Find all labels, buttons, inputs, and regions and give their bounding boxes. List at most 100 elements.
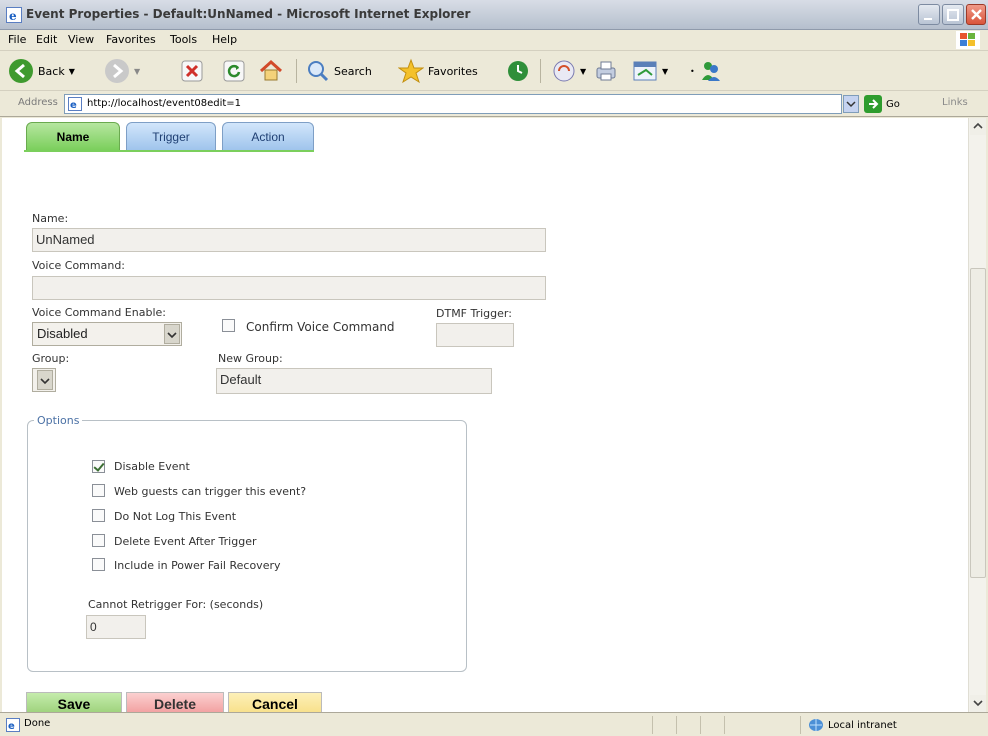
edit-button[interactable]: ▼ [632,57,668,85]
retrigger-label: Cannot Retrigger For: (seconds) [88,598,264,611]
delete-after-trigger-checkbox[interactable] [92,534,105,547]
chevron-down-icon [164,324,180,344]
disable-event-checkbox[interactable] [92,460,105,473]
refresh-icon [223,60,245,82]
minimize-button[interactable] [918,4,940,25]
search-icon [308,61,329,82]
tab-trigger[interactable]: Trigger [126,122,216,150]
voice-command-label: Voice Command: [32,259,126,272]
vertical-scrollbar[interactable] [968,118,986,712]
delete-button[interactable]: Delete [126,692,224,712]
save-button[interactable]: Save [26,692,122,712]
page-content: Name Trigger Action Name: UnNamed Voice … [2,118,968,712]
page-done-icon: e [6,718,20,732]
confirm-voice-label: Confirm Voice Command [246,320,395,334]
ie-icon: e [6,7,22,23]
toolbar-separator [540,59,541,83]
windows-logo-icon [956,31,980,49]
name-input[interactable]: UnNamed [32,228,546,252]
do-not-log-checkbox[interactable] [92,509,105,522]
back-button[interactable]: Back ▼ [8,57,75,85]
new-group-input[interactable]: Default [216,368,492,394]
tab-underline [24,150,314,152]
maximize-icon [947,9,959,21]
refresh-button[interactable] [222,57,246,85]
new-group-label: New Group: [218,352,283,365]
go-button[interactable]: Go [864,95,900,113]
confirm-voice-checkbox[interactable] [222,319,235,332]
home-icon [259,59,283,81]
web-guests-label: Web guests can trigger this event? [114,485,307,498]
power-fail-recovery-checkbox[interactable] [92,558,105,571]
scroll-up-button[interactable] [970,118,986,135]
group-select[interactable] [32,368,56,392]
chevron-down-icon [37,370,53,390]
mail-button[interactable]: ▼ [552,57,586,85]
svg-text:e: e [9,9,17,23]
close-button[interactable] [966,4,986,25]
menu-tools[interactable]: Tools [170,33,197,46]
print-button[interactable] [594,57,618,85]
home-button[interactable] [258,57,284,85]
chevron-down-icon: ▼ [580,66,587,76]
title-bar: e Event Properties - Default:UnNamed - M… [0,0,988,30]
address-label: Address [18,97,58,108]
status-divider [652,716,653,734]
address-dropdown[interactable] [843,95,859,113]
window-title: Event Properties - Default:UnNamed - Mic… [26,7,471,21]
voice-enable-value: Disabled [37,326,88,341]
chevron-up-icon [973,122,983,129]
chevron-down-icon: ▼ [68,66,75,76]
messenger-button[interactable]: • [690,57,723,85]
retrigger-input[interactable]: 0 [86,615,146,639]
svg-text:e: e [8,721,15,732]
favorites-button[interactable]: Favorites [398,57,478,85]
menu-file[interactable]: File [8,33,26,46]
forward-arrow-icon [105,59,129,83]
group-label: Group: [32,352,70,365]
chevron-down-icon: ▼ [662,66,669,76]
voice-enable-select[interactable]: Disabled [32,322,182,346]
chevron-down-icon: • [690,66,695,76]
status-bar: e Done Local intranet [0,712,988,736]
menu-view[interactable]: View [68,33,94,46]
back-label: Back [38,64,65,78]
dtmf-input[interactable] [436,323,514,347]
favorites-label: Favorites [428,64,478,78]
forward-button[interactable]: ▼ [104,57,140,85]
back-arrow-icon [9,59,33,83]
links-label[interactable]: Links [942,97,968,108]
address-bar: Address e http://localhost/event08edit=1… [0,91,988,117]
mail-icon [553,60,575,82]
voice-command-input[interactable] [32,276,546,300]
search-label: Search [334,64,372,78]
menu-help[interactable]: Help [212,33,237,46]
history-icon [508,61,528,81]
dtmf-label: DTMF Trigger: [436,307,512,320]
close-icon [971,9,982,20]
maximize-button[interactable] [942,4,964,25]
stop-button[interactable] [180,57,204,85]
name-label: Name: [32,212,69,225]
status-text: Done [24,718,51,729]
history-button[interactable] [506,57,530,85]
status-divider [724,716,725,734]
chevron-down-icon [846,101,856,108]
do-not-log-label: Do Not Log This Event [114,510,237,523]
search-button[interactable]: Search [306,57,372,85]
scroll-thumb[interactable] [970,268,986,578]
power-fail-recovery-label: Include in Power Fail Recovery [114,559,281,572]
browser-window: e Event Properties - Default:UnNamed - M… [0,0,988,736]
toolbar-separator [296,59,297,83]
menu-edit[interactable]: Edit [36,33,57,46]
cancel-button[interactable]: Cancel [228,692,322,712]
go-label: Go [886,98,900,110]
tab-name[interactable]: Name [26,122,120,150]
tab-action[interactable]: Action [222,122,314,150]
address-input[interactable]: e http://localhost/event08edit=1 [64,94,842,114]
edit-icon [633,61,657,81]
menu-favorites[interactable]: Favorites [106,33,156,46]
chevron-down-icon: ▼ [134,66,141,76]
scroll-down-button[interactable] [970,695,986,712]
web-guests-checkbox[interactable] [92,484,105,497]
